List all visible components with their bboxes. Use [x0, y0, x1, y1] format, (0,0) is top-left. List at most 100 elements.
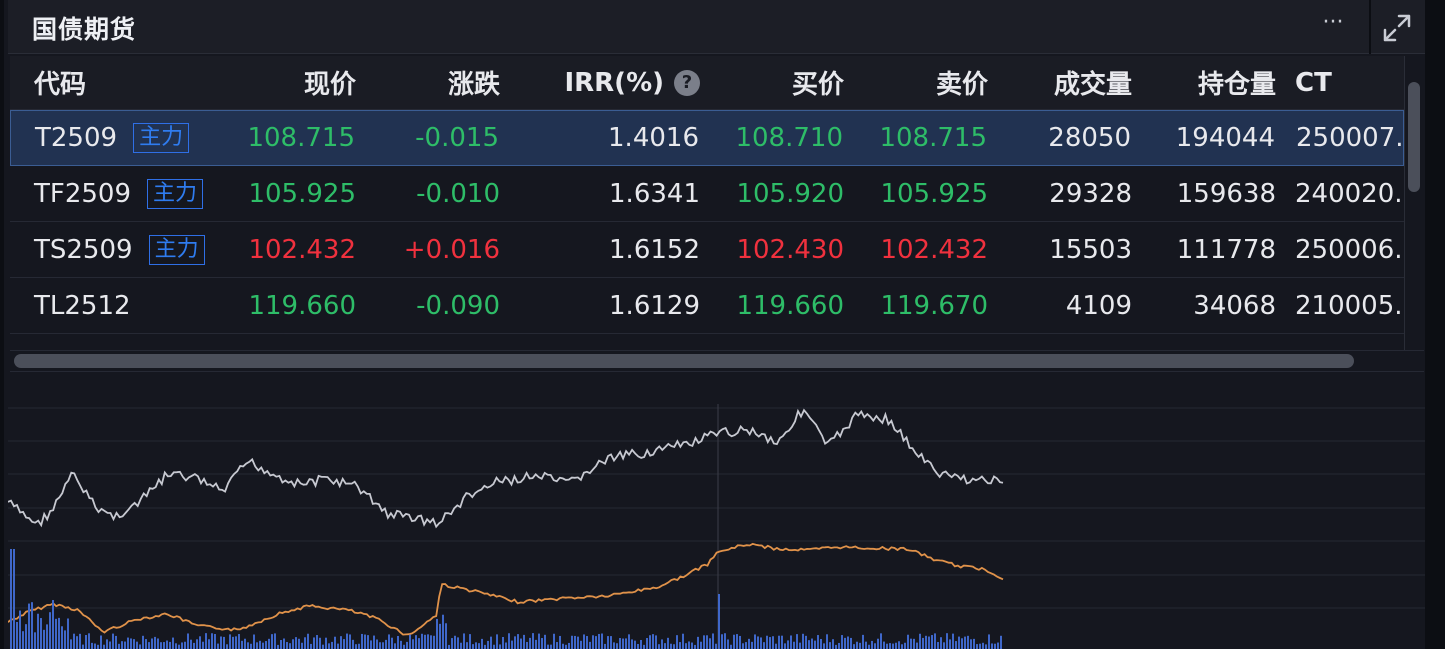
- volume-bar: [622, 638, 624, 649]
- volume-bar: [928, 636, 930, 649]
- volume-bar: [472, 644, 474, 649]
- volume-bar: [721, 634, 723, 649]
- volume-bar: [526, 641, 528, 649]
- volume-bar: [607, 636, 609, 649]
- price-cell: 108.715: [247, 123, 355, 153]
- volume-bar: [367, 635, 369, 649]
- volume-bar: [22, 631, 24, 649]
- volume-bar: [10, 549, 12, 649]
- volume-bar: [31, 602, 33, 649]
- table-row[interactable]: TL2512 119.660 -0.090 1.6129 119.660 119…: [10, 278, 1404, 334]
- main-contract-badge[interactable]: 主力: [148, 234, 205, 265]
- volume-bar: [523, 634, 525, 649]
- volume-bar: [454, 635, 456, 649]
- volume-bar: [823, 643, 825, 649]
- volume-bar: [502, 636, 504, 649]
- volume-bar: [910, 638, 912, 649]
- volume-bar: [67, 618, 69, 649]
- bid-cell: 108.710: [735, 123, 843, 153]
- volume-bar: [484, 644, 486, 649]
- volume-bar: [652, 634, 654, 649]
- volume-bar: [412, 639, 414, 649]
- volume-bar: [451, 638, 453, 649]
- volume-bar: [973, 638, 975, 649]
- vertical-scroll-thumb[interactable]: [1408, 82, 1420, 192]
- volume-bar: [262, 642, 264, 649]
- volume-bar: [193, 642, 195, 649]
- col-header-ask[interactable]: 卖价: [936, 56, 988, 109]
- volume-bar: [217, 643, 219, 649]
- more-dots-icon[interactable]: ···: [1313, 8, 1353, 42]
- main-contract-badge[interactable]: 主力: [147, 178, 204, 209]
- volume-bar: [325, 637, 327, 649]
- volume-bar: [319, 637, 321, 649]
- col-header-price[interactable]: 现价: [304, 56, 356, 109]
- volume-bar: [115, 635, 117, 649]
- volume-bar: [391, 637, 393, 649]
- volume-bar: [85, 635, 87, 649]
- volume-bar: [199, 636, 201, 649]
- col-header-code[interactable]: 代码: [34, 56, 86, 109]
- volume-bar: [184, 641, 186, 649]
- volume-bar: [688, 641, 690, 649]
- table-row[interactable]: TF2509 主力 105.925 -0.010 1.6341 105.920 …: [10, 166, 1404, 222]
- volume-bar: [481, 638, 483, 649]
- volume-bar: [118, 643, 120, 649]
- volume-bar: [748, 638, 750, 649]
- ct-cell: 240020.: [1295, 178, 1403, 209]
- volume-bar: [505, 642, 507, 649]
- table-header-row: 代码 现价 涨跌 IRR(%) ? 买价 卖价 成交量 持仓量 CT: [10, 56, 1404, 110]
- quote-table: 代码 现价 涨跌 IRR(%) ? 买价 卖价 成交量 持仓量 CT T2509…: [10, 56, 1404, 350]
- volume-bar: [670, 643, 672, 649]
- volume-cell: 4109: [1065, 290, 1132, 321]
- volume-bar: [13, 549, 15, 649]
- col-header-open-interest[interactable]: 持仓量: [1198, 56, 1276, 109]
- volume-bar: [556, 642, 558, 649]
- volume-bar: [208, 639, 210, 649]
- volume-bar: [358, 643, 360, 649]
- help-icon[interactable]: ?: [674, 69, 700, 96]
- volume-bar: [787, 640, 789, 649]
- volume-bar: [550, 644, 552, 649]
- table-row[interactable]: TS2509 主力 102.432 +0.016 1.6152 102.430 …: [10, 222, 1404, 278]
- col-header-bid[interactable]: 买价: [792, 56, 844, 109]
- volume-bar: [250, 643, 252, 649]
- volume-bar: [469, 634, 471, 649]
- volume-bar: [247, 642, 249, 649]
- col-header-irr[interactable]: IRR(%) ?: [564, 56, 700, 109]
- volume-bar: [685, 643, 687, 649]
- volume-bar: [97, 644, 99, 649]
- volume-bar: [163, 642, 165, 649]
- volume-bar: [280, 639, 282, 649]
- volume-bar: [877, 638, 879, 649]
- volume-bar: [427, 634, 429, 649]
- volume-bar: [289, 643, 291, 649]
- expand-icon[interactable]: [1379, 10, 1415, 46]
- col-header-volume[interactable]: 成交量: [1054, 56, 1132, 109]
- main-contract-badge[interactable]: 主力: [133, 123, 190, 153]
- volume-bar: [676, 635, 678, 649]
- volume-bar: [256, 642, 258, 649]
- col-header-ct[interactable]: CT: [1295, 56, 1332, 109]
- intraday-chart[interactable]: [7, 374, 1429, 649]
- volume-bar: [931, 635, 933, 649]
- volume-bar: [598, 633, 600, 649]
- volume-bar: [268, 638, 270, 649]
- volume-bar: [214, 634, 216, 649]
- volume-bar: [919, 633, 921, 649]
- volume-bar: [160, 642, 162, 649]
- volume-bar: [643, 644, 645, 649]
- volume-bar: [868, 644, 870, 649]
- horizontal-scroll-thumb[interactable]: [14, 354, 1354, 368]
- irr-cell: 1.4016: [608, 123, 699, 153]
- volume-bar: [937, 642, 939, 649]
- volume-bar: [889, 643, 891, 649]
- intraday-chart-svg[interactable]: [7, 374, 1429, 649]
- volume-bar: [133, 639, 135, 649]
- volume-bar: [961, 638, 963, 649]
- volume-bar: [145, 639, 147, 649]
- table-row[interactable]: T2509 主力 108.715 -0.015 1.4016 108.710 1…: [10, 110, 1404, 166]
- col-header-change[interactable]: 涨跌: [448, 56, 500, 109]
- volume-bar: [832, 639, 834, 649]
- volume-bar: [238, 634, 240, 649]
